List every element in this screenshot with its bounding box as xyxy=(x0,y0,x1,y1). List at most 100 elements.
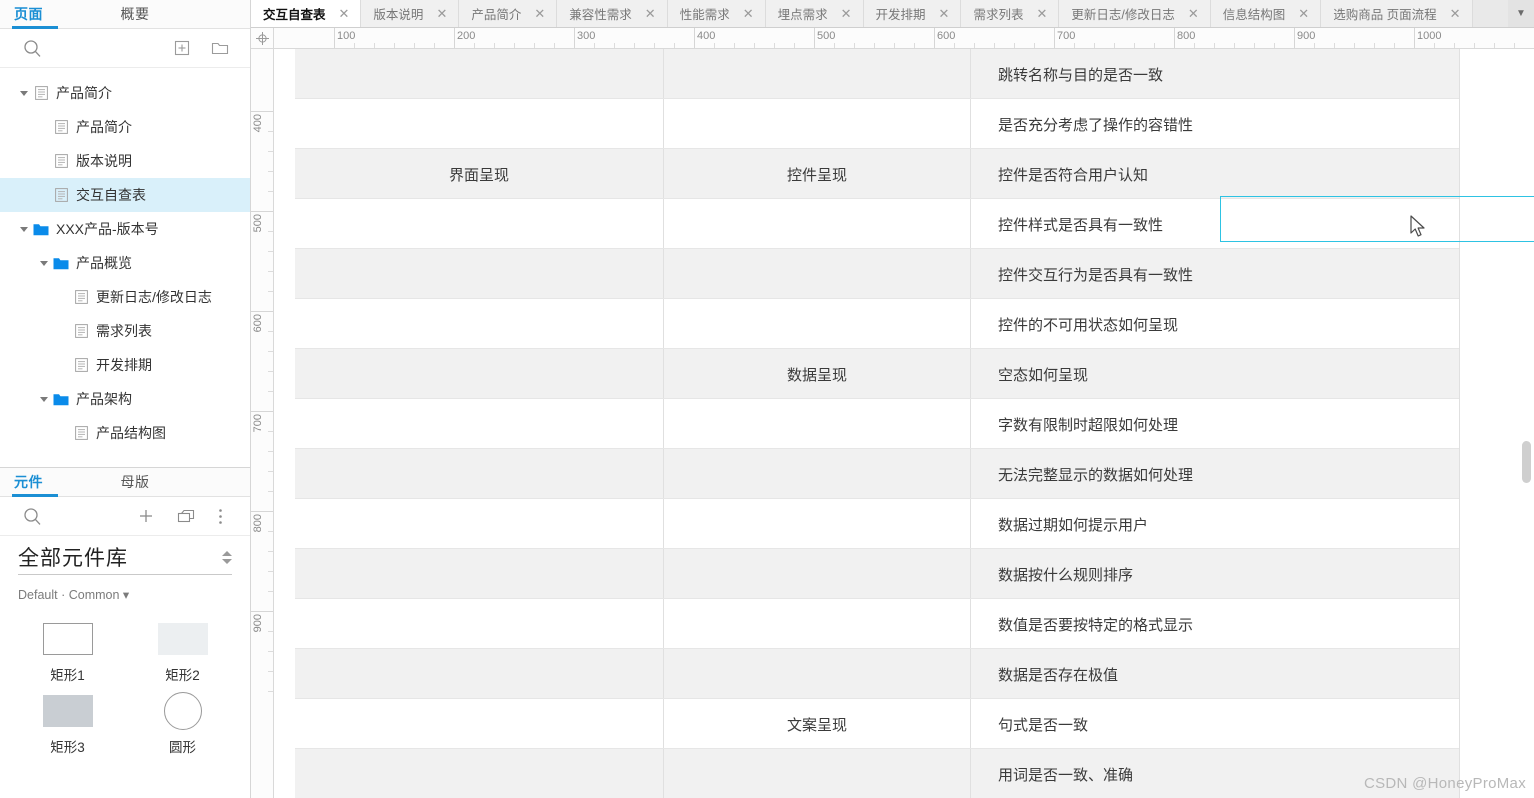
page-tree-item[interactable]: 产品简介 xyxy=(0,110,250,144)
table-cell-category[interactable] xyxy=(295,599,663,649)
table-cell-item[interactable]: 用词是否一致、准确 xyxy=(970,749,1459,798)
table-row[interactable]: 是否充分考虑了操作的容错性 xyxy=(295,99,1459,149)
document-tab[interactable]: 版本说明 ✕ xyxy=(361,0,460,27)
table-cell-item[interactable]: 句式是否一致 xyxy=(970,699,1459,749)
tab-widgets[interactable]: 元件 xyxy=(0,468,70,497)
add-page-icon[interactable] xyxy=(170,36,194,60)
table-cell-category[interactable] xyxy=(295,549,663,599)
table-cell-category[interactable]: 界面呈现 xyxy=(295,149,663,199)
table-row[interactable]: 数据按什么规则排序 xyxy=(295,549,1459,599)
table-row[interactable]: 界面呈现 控件呈现 控件是否符合用户认知 xyxy=(295,149,1459,199)
document-tab[interactable]: 选购商品 页面流程 ✕ xyxy=(1321,0,1473,27)
widget-item[interactable]: 圆形 xyxy=(125,690,240,756)
checklist-table[interactable]: 跳转名称与目的是否一致 是否充分考虑了操作的容错性 界面呈现 控件呈现 控件是否符合用户… xyxy=(295,49,1459,798)
add-folder-icon[interactable] xyxy=(208,36,232,60)
table-row[interactable]: 控件样式是否具有一致性 xyxy=(295,199,1459,249)
table-cell-subcategory[interactable] xyxy=(663,749,970,798)
page-tree-item[interactable]: 更新日志/修改日志 xyxy=(0,280,250,314)
document-tab[interactable]: 交互自查表 ✕ xyxy=(251,0,362,27)
table-cell-subcategory[interactable]: 控件呈现 xyxy=(663,149,970,199)
table-cell-subcategory[interactable] xyxy=(663,399,970,449)
table-cell-category[interactable] xyxy=(295,499,663,549)
page-tree-item[interactable]: 产品概览 xyxy=(0,246,250,280)
table-cell-subcategory[interactable] xyxy=(663,99,970,149)
stack-icon[interactable] xyxy=(174,504,198,528)
table-cell-subcategory[interactable]: 数据呈现 xyxy=(663,349,970,399)
more-vertical-icon[interactable] xyxy=(208,504,232,528)
horizontal-ruler[interactable]: 100 200 300 400 500 600 700 800 900 1000 xyxy=(251,28,1534,49)
table-cell-item[interactable]: 跳转名称与目的是否一致 xyxy=(970,49,1459,99)
table-cell-item[interactable]: 无法完整显示的数据如何处理 xyxy=(970,449,1459,499)
table-row[interactable]: 数据是否存在极值 xyxy=(295,649,1459,699)
table-cell-item[interactable]: 空态如何呈现 xyxy=(970,349,1459,399)
expand-caret-icon[interactable] xyxy=(16,226,32,232)
close-icon[interactable]: ✕ xyxy=(1295,7,1312,20)
table-row[interactable]: 跳转名称与目的是否一致 xyxy=(295,49,1459,99)
close-icon[interactable]: ✕ xyxy=(1447,7,1464,20)
document-tab[interactable]: 开发排期 ✕ xyxy=(863,0,962,27)
table-cell-category[interactable] xyxy=(295,699,663,749)
table-cell-category[interactable] xyxy=(295,199,663,249)
library-group-label[interactable]: Default · Common ▾ xyxy=(0,587,250,602)
table-row[interactable]: 文案呈现 句式是否一致 xyxy=(295,699,1459,749)
table-cell-category[interactable] xyxy=(295,249,663,299)
close-icon[interactable]: ✕ xyxy=(336,7,353,20)
tab-masters[interactable]: 母版 xyxy=(70,468,200,496)
expand-caret-icon[interactable] xyxy=(36,260,52,266)
table-cell-item[interactable]: 数据按什么规则排序 xyxy=(970,549,1459,599)
widget-item[interactable]: 矩形2 xyxy=(125,618,240,684)
page-tree-item[interactable]: 版本说明 xyxy=(0,144,250,178)
table-cell-category[interactable] xyxy=(295,99,663,149)
table-cell-category[interactable] xyxy=(295,49,663,99)
table-cell-subcategory[interactable]: 文案呈现 xyxy=(663,699,970,749)
table-cell-category[interactable] xyxy=(295,449,663,499)
table-cell-category[interactable] xyxy=(295,649,663,699)
page-tree-item[interactable]: 产品架构 xyxy=(0,382,250,416)
search-icon[interactable] xyxy=(20,36,44,60)
page-tree-item[interactable]: 开发排期 xyxy=(0,348,250,382)
table-row[interactable]: 数据呈现 空态如何呈现 xyxy=(295,349,1459,399)
canvas-vertical-scrollbar[interactable] xyxy=(1522,441,1531,483)
design-canvas[interactable]: 跳转名称与目的是否一致 是否充分考虑了操作的容错性 界面呈现 控件呈现 控件是否符合用户… xyxy=(274,49,1534,798)
table-row[interactable]: 控件交互行为是否具有一致性 xyxy=(295,249,1459,299)
chevron-updown-icon[interactable] xyxy=(222,550,232,564)
page-tree-item[interactable]: 产品简介 xyxy=(0,76,250,110)
close-icon[interactable]: ✕ xyxy=(1033,7,1050,20)
table-cell-category[interactable] xyxy=(295,299,663,349)
crosshair-origin-icon[interactable] xyxy=(251,28,274,48)
table-cell-subcategory[interactable] xyxy=(663,49,970,99)
widget-item[interactable]: 矩形1 xyxy=(10,618,125,684)
table-cell-category[interactable] xyxy=(295,399,663,449)
document-tab[interactable]: 兼容性需求 ✕ xyxy=(557,0,668,27)
tab-pages[interactable]: 页面 xyxy=(0,0,70,29)
close-icon[interactable]: ✕ xyxy=(642,7,659,20)
document-tab[interactable]: 更新日志/修改日志 ✕ xyxy=(1059,0,1211,27)
table-row[interactable]: 用词是否一致、准确 xyxy=(295,749,1459,798)
close-icon[interactable]: ✕ xyxy=(531,7,548,20)
close-icon[interactable]: ✕ xyxy=(1185,7,1202,20)
table-cell-subcategory[interactable] xyxy=(663,649,970,699)
table-cell-item[interactable]: 控件是否符合用户认知 xyxy=(970,149,1459,199)
table-cell-subcategory[interactable] xyxy=(663,249,970,299)
document-tab[interactable]: 埋点需求 ✕ xyxy=(765,0,864,27)
table-cell-item[interactable]: 控件的不可用状态如何呈现 xyxy=(970,299,1459,349)
expand-caret-icon[interactable] xyxy=(16,90,32,96)
table-cell-subcategory[interactable] xyxy=(663,599,970,649)
table-cell-subcategory[interactable] xyxy=(663,549,970,599)
close-icon[interactable]: ✕ xyxy=(740,7,757,20)
table-cell-category[interactable] xyxy=(295,749,663,798)
table-cell-item[interactable]: 控件样式是否具有一致性 xyxy=(970,199,1459,249)
table-row[interactable]: 控件的不可用状态如何呈现 xyxy=(295,299,1459,349)
tab-outline[interactable]: 概要 xyxy=(70,0,200,28)
table-cell-item[interactable]: 字数有限制时超限如何处理 xyxy=(970,399,1459,449)
table-cell-subcategory[interactable] xyxy=(663,299,970,349)
widget-item[interactable]: 矩形3 xyxy=(10,690,125,756)
plus-icon[interactable] xyxy=(134,504,158,528)
table-cell-item[interactable]: 数据是否存在极值 xyxy=(970,649,1459,699)
table-row[interactable]: 字数有限制时超限如何处理 xyxy=(295,399,1459,449)
vertical-ruler[interactable]: 400 500 600 700 800 900 xyxy=(251,49,274,798)
document-tab[interactable]: 信息结构图 ✕ xyxy=(1210,0,1322,27)
table-cell-category[interactable] xyxy=(295,349,663,399)
tab-overflow-button[interactable]: ▼ xyxy=(1508,0,1534,27)
close-icon[interactable]: ✕ xyxy=(936,7,953,20)
